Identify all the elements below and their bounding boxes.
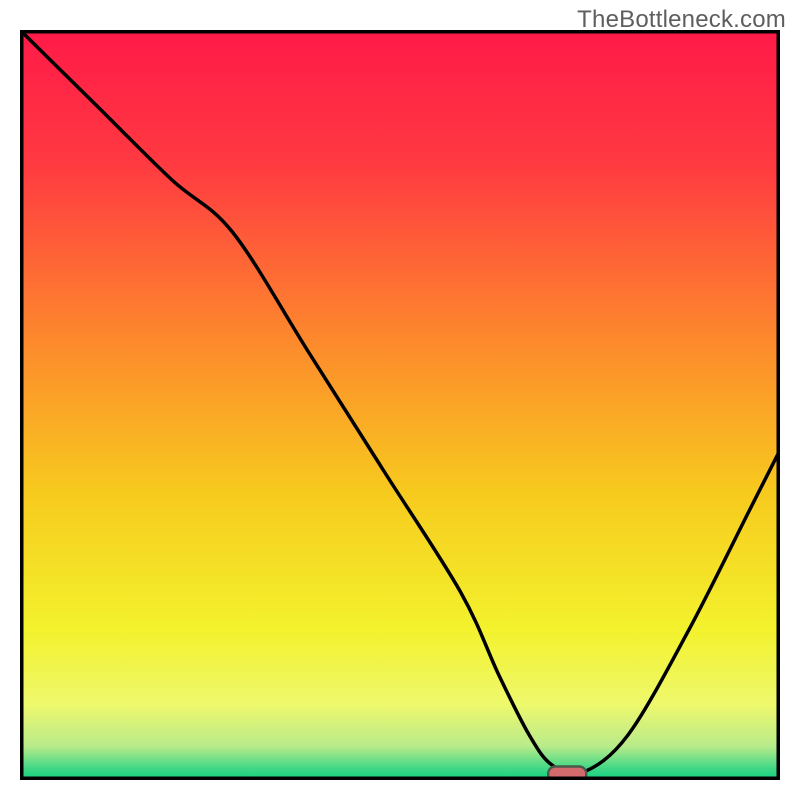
chart-frame: TheBottleneck.com [0,0,800,800]
watermark-text: TheBottleneck.com [577,6,786,34]
plot-area [20,30,780,780]
plot-svg [20,30,780,780]
